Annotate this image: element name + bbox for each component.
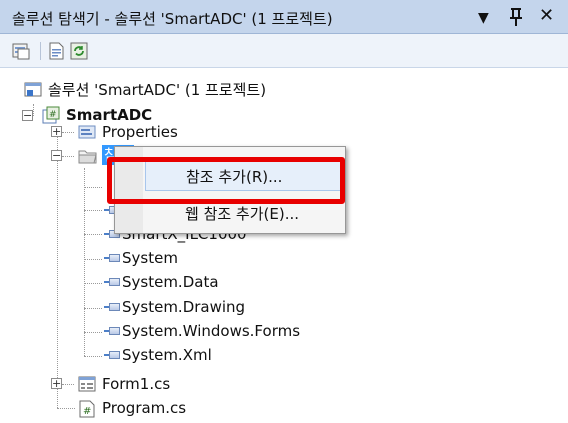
window-position-dropdown-icon[interactable]: ▼ [478,8,489,28]
tree-line [84,234,102,235]
csharp-file-icon: # [78,400,96,418]
tree-line [84,283,102,284]
tree-line [84,168,85,356]
svg-text:#: # [83,406,91,417]
reference-icon [104,350,120,360]
tree-item-properties[interactable]: Properties [102,121,178,143]
expand-icon[interactable]: + [51,378,62,389]
tree-item-program[interactable]: Program.cs [102,397,186,419]
tree-item-reference[interactable]: System.Data [122,271,219,293]
toolbar [0,34,568,68]
add-web-reference-label: 웹 참조 추가(E)... [185,205,300,223]
title-bar: 솔루션 탐색기 - 솔루션 'SmartADC' (1 프로젝트) ▼ ✕ [0,0,568,34]
tree-line [84,308,102,309]
tree-line [84,356,102,357]
reference-icon [104,253,120,263]
folder-icon [78,148,98,164]
tree-item-reference[interactable]: System.Drawing [122,296,245,318]
expand-icon[interactable]: + [51,126,62,137]
window-title: 솔루션 탐색기 - 솔루션 'SmartADC' (1 프로젝트) [12,10,333,28]
tree-line [84,332,102,333]
tree-line [84,259,102,260]
auto-hide-pin-icon[interactable] [509,7,523,27]
tree-line [57,126,58,408]
tree-line [84,187,102,188]
show-properties-icon[interactable] [12,42,30,60]
tree-item-reference[interactable]: System [122,247,178,269]
tree-line [62,384,74,385]
reference-icon [104,326,120,336]
view-code-icon[interactable] [48,42,66,60]
reference-icon [104,277,120,287]
toolbar-separator [40,42,41,60]
properties-icon [78,124,96,140]
refresh-icon[interactable] [70,42,88,60]
solution-icon [24,82,42,98]
csharp-project-icon: # [42,106,60,124]
tree-line [84,210,102,211]
tree-item-reference[interactable]: System.Windows.Forms [122,320,300,342]
tree-item-solution[interactable]: 솔루션 'SmartADC' (1 프로젝트) [48,79,266,101]
tree-line [62,156,74,157]
solution-tree: 솔루션 'SmartADC' (1 프로젝트) − # SmartADC + P… [0,68,568,423]
tree-line [57,408,75,409]
tree-line [33,104,34,116]
tree-line [62,132,74,133]
collapse-icon[interactable]: − [51,150,62,161]
tree-item-form1[interactable]: Form1.cs [102,373,170,395]
collapse-icon[interactable]: − [22,110,33,121]
highlight-annotation [107,157,345,204]
close-icon[interactable]: ✕ [539,6,554,26]
tree-item-reference[interactable]: System.Xml [122,344,212,366]
reference-icon [104,302,120,312]
svg-text:#: # [49,110,57,120]
form-icon [78,376,96,392]
